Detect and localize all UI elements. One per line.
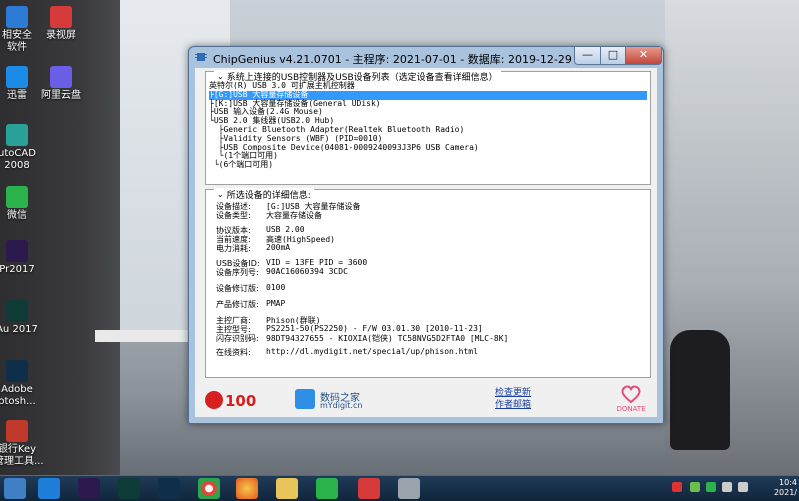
- tray-antivirus-icon[interactable]: [672, 482, 682, 492]
- desktop-icon-bankkey[interactable]: 银行Key 管理工具...: [0, 420, 44, 468]
- bank-key-icon: [6, 420, 28, 442]
- desktop-icon-xunlei[interactable]: 迅雷: [0, 66, 40, 102]
- window-title: ChipGenius v4.21.0701 - 主程序: 2021-07-01 …: [213, 53, 572, 66]
- window-client: ⌄ 系统上连接的USB控制器及USB设备列表（选定设备查看详细信息） 英特尔(R…: [195, 68, 657, 417]
- device-detail-title: ⌄ 所选设备的详细信息:: [214, 188, 314, 201]
- desktop-icon-premiere[interactable]: Pr2017: [0, 240, 40, 276]
- chip-icon: [195, 53, 207, 61]
- collapse-icon[interactable]: ⌄: [217, 72, 224, 81]
- window-titlebar[interactable]: ChipGenius v4.21.0701 - 主程序: 2021-07-01 …: [189, 47, 663, 67]
- xunlei-icon: [6, 66, 28, 88]
- desktop-icon-autocad[interactable]: utoCAD 2008: [0, 124, 40, 172]
- taskbar-premiere-icon[interactable]: [78, 478, 100, 499]
- detail-value: 0100: [266, 283, 286, 292]
- audition-icon: [6, 300, 28, 322]
- photoshop-icon: [6, 360, 28, 382]
- taskbar-wechat-icon[interactable]: [316, 478, 338, 499]
- detail-value: 90AC16060394 3CDC: [266, 267, 348, 276]
- footer-links: 检查更新 作者邮箱: [495, 387, 555, 411]
- record-icon: [50, 6, 72, 28]
- detail-value: PMAP: [266, 299, 286, 308]
- background-desk: [95, 330, 195, 342]
- device-tree[interactable]: 英特尔(R) USB 3.0 可扩展主机控制器 ├[G:]USB 大容量存储设备 ├…: [209, 81, 647, 170]
- detail-label: 设备类型:: [216, 211, 251, 220]
- desktop-icon-aliyun[interactable]: 阿里云盘: [38, 66, 84, 102]
- taskbar-clock[interactable]: 10:4 2021/: [774, 478, 797, 498]
- detail-label: 在线资料:: [216, 348, 251, 357]
- close-button[interactable]: ✕: [625, 47, 662, 65]
- mydigit-logo-icon: [295, 389, 315, 409]
- detail-value: PS2251-50(PS2250) - F/W 03.01.30 [2010-1…: [266, 324, 483, 333]
- detail-label: 设备修订版:: [216, 284, 259, 293]
- desktop-icon-wechat[interactable]: 微信: [0, 186, 40, 222]
- detail-label: 设备序列号:: [216, 268, 259, 277]
- detail-value: 200mA: [266, 243, 291, 252]
- author-email-link[interactable]: 作者邮箱: [495, 399, 555, 411]
- taskbar-folder-icon[interactable]: [276, 478, 298, 499]
- heart-icon: [621, 385, 641, 404]
- detail-value: VID = 13FE PID = 3600: [266, 258, 368, 267]
- desktop-icon-recorder[interactable]: 录视屏: [38, 6, 84, 42]
- collapse-icon[interactable]: ⌄: [217, 190, 224, 199]
- tray-volume-icon[interactable]: [738, 482, 748, 492]
- taskbar-audition-icon[interactable]: [118, 478, 140, 499]
- detail-label: 闪存识别码:: [216, 334, 259, 343]
- taskbar-recorder-icon[interactable]: [358, 478, 380, 499]
- background-chair: [670, 330, 730, 450]
- wechat-icon: [6, 186, 28, 208]
- minimize-button[interactable]: —: [574, 47, 601, 65]
- cloud-icon: [50, 66, 72, 88]
- detail-value: USB 2.00: [266, 225, 305, 234]
- party-100-logo-icon: 100: [205, 391, 256, 410]
- premiere-icon: [6, 240, 28, 262]
- online-resource-link[interactable]: http://dl.mydigit.net/special/up/phison.…: [266, 347, 478, 356]
- shield-icon: [6, 6, 28, 28]
- window-footer: 100 数码之家 mYdigit.cn 检查更新 作者邮箱 DONATE: [195, 381, 657, 417]
- device-detail-group: ⌄ 所选设备的详细信息: 设备描述: [G:]USB 大容量存储设备 设备类型: 大容…: [205, 188, 651, 378]
- svg-text:100: 100: [225, 392, 256, 410]
- autocad-icon: [6, 124, 28, 146]
- taskbar-browser-icon[interactable]: [236, 478, 258, 499]
- taskbar-photoshop-icon[interactable]: [158, 478, 180, 499]
- detail-label: 电力消耗:: [216, 244, 251, 253]
- start-button[interactable]: [4, 478, 26, 499]
- detail-label: 产品修订版:: [216, 300, 259, 309]
- detail-value: 大容量存储设备: [266, 211, 322, 220]
- taskbar: 10:4 2021/: [0, 475, 799, 501]
- tray-app-icon[interactable]: [690, 482, 700, 492]
- desktop-icon-photoshop[interactable]: Adobe otosh...: [0, 360, 40, 408]
- donate-button[interactable]: DONATE: [609, 385, 653, 415]
- taskbar-xunlei-icon[interactable]: [38, 478, 60, 499]
- tray-network-icon[interactable]: [722, 482, 732, 492]
- device-tree-item[interactable]: └(6个端口可用): [209, 160, 647, 170]
- taskbar-chipgenius-icon[interactable]: [398, 478, 420, 499]
- chipgenius-window: ChipGenius v4.21.0701 - 主程序: 2021-07-01 …: [188, 46, 664, 424]
- taskbar-chrome-icon[interactable]: [198, 478, 220, 499]
- desktop-icon-audition[interactable]: Au 2017: [0, 300, 40, 336]
- device-tree-item[interactable]: └(1个端口可用): [209, 152, 647, 161]
- desktop-icon-security[interactable]: 相安全 软件: [0, 6, 40, 54]
- mydigit-link[interactable]: 数码之家 mYdigit.cn: [295, 387, 375, 413]
- device-list-group: ⌄ 系统上连接的USB控制器及USB设备列表（选定设备查看详细信息） 英特尔(R…: [205, 70, 651, 185]
- check-update-link[interactable]: 检查更新: [495, 387, 555, 399]
- maximize-button[interactable]: □: [600, 47, 626, 65]
- detail-value: 98DT94327655 - KIOXIA(铠侠) TC58NVG5D2FTA0…: [266, 334, 509, 343]
- tray-wechat-icon[interactable]: [706, 482, 716, 492]
